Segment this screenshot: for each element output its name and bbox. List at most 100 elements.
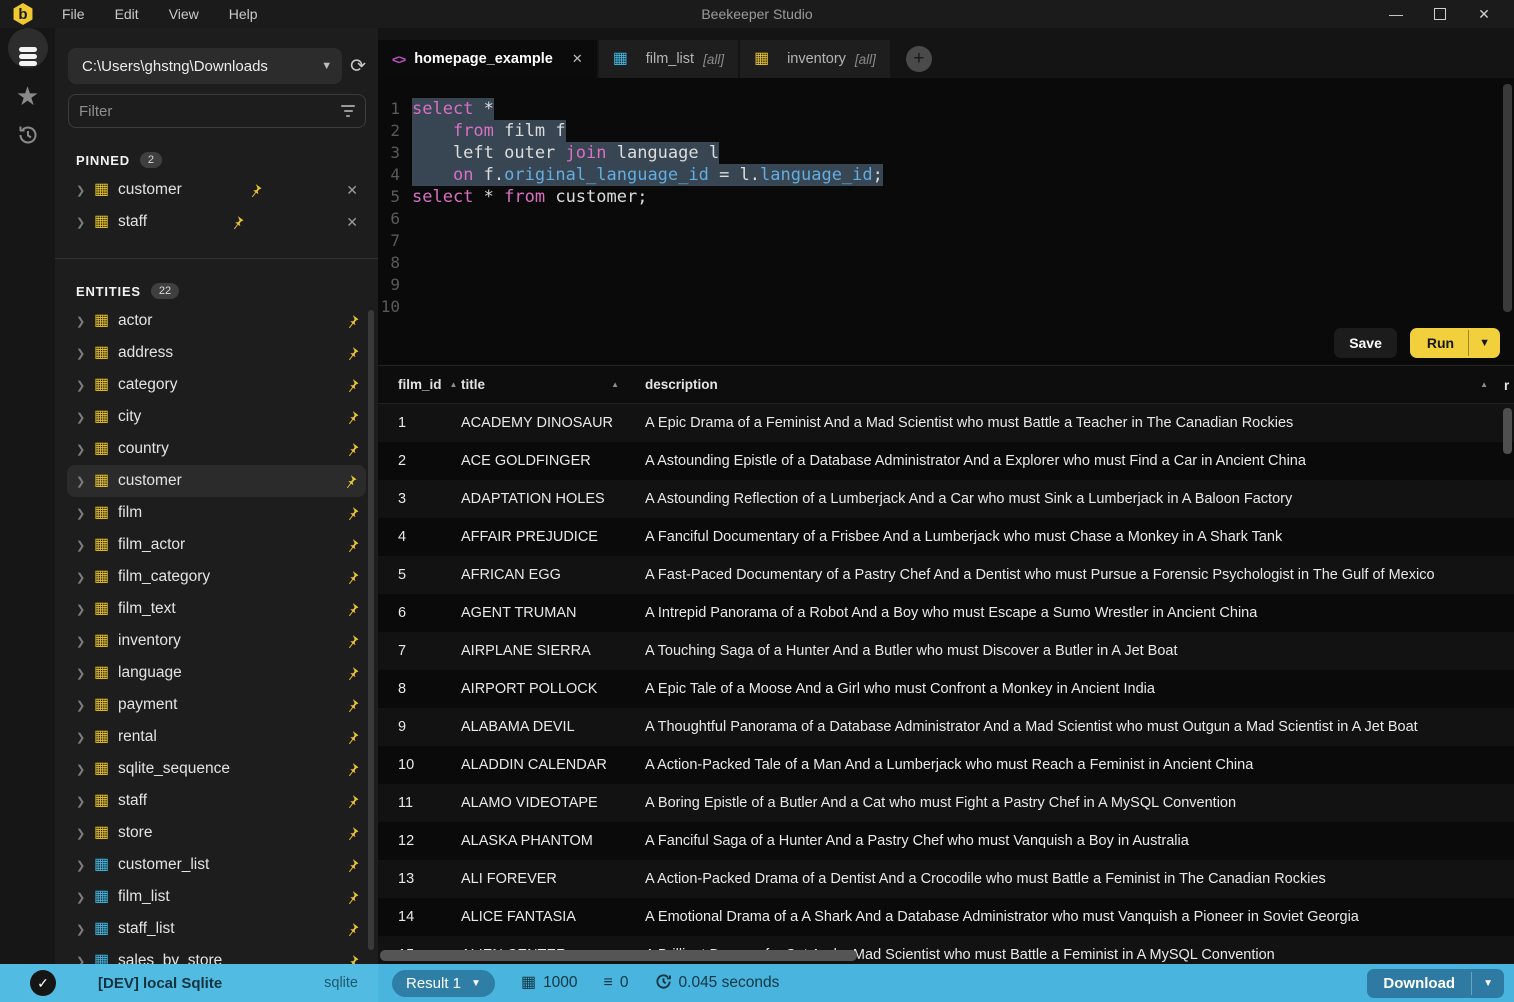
cell-description[interactable]: A Touching Saga of a Hunter And a Butler… (645, 643, 1514, 659)
cell-film-id[interactable]: 9 (378, 719, 461, 735)
pin-icon[interactable] (345, 346, 360, 361)
sidebar-item-country[interactable]: ❯ ▦ country ✕ (55, 433, 378, 465)
column-header-film-id[interactable]: film_id ▲ (378, 377, 461, 392)
run-options-caret[interactable]: ▼ (1468, 330, 1500, 356)
cell-film-id[interactable]: 3 (378, 491, 461, 507)
sidebar-item-film_actor[interactable]: ❯ ▦ film_actor ✕ (55, 529, 378, 561)
pin-icon[interactable] (230, 215, 245, 230)
chevron-right-icon[interactable]: ❯ (76, 667, 94, 680)
chevron-right-icon[interactable]: ❯ (76, 795, 94, 808)
code-area[interactable]: 1 select * 2 from film f 3 left outer jo… (378, 78, 1514, 318)
download-options-caret[interactable]: ▼ (1471, 971, 1504, 995)
database-panel-button[interactable] (7, 28, 48, 68)
table-row[interactable]: 11 ALAMO VIDEOTAPE A Boring Epistle of a… (378, 784, 1514, 822)
pinned-item-staff[interactable]: ❯ ▦ staff ✕ (55, 206, 378, 238)
cell-title[interactable]: ALASKA PHANTOM (461, 833, 645, 849)
tab-homepage-example[interactable]: <> homepage_example ✕ (378, 40, 597, 78)
refresh-icon[interactable]: ⟳ (350, 57, 366, 76)
editor-line[interactable]: 5 select * from customer; (378, 186, 1514, 208)
chevron-right-icon[interactable]: ❯ (76, 571, 94, 584)
table-row[interactable]: 5 AFRICAN EGG A Fast-Paced Documentary o… (378, 556, 1514, 594)
chevron-right-icon[interactable]: ❯ (76, 635, 94, 648)
sidebar-item-sales_by_store[interactable]: ❯ ▦ sales_by_store ✕ (55, 945, 378, 964)
editor-line[interactable]: 3 left outer join language l (378, 142, 1514, 164)
chevron-right-icon[interactable]: ❯ (76, 731, 94, 744)
table-row[interactable]: 7 AIRPLANE SIERRA A Touching Saga of a H… (378, 632, 1514, 670)
cell-description[interactable]: A Astounding Reflection of a Lumberjack … (645, 491, 1514, 507)
new-tab-button[interactable]: + (905, 46, 932, 72)
table-row[interactable]: 8 AIRPORT POLLOCK A Epic Tale of a Moose… (378, 670, 1514, 708)
cell-title[interactable]: AGENT TRUMAN (461, 605, 645, 621)
table-row[interactable]: 6 AGENT TRUMAN A Intrepid Panorama of a … (378, 594, 1514, 632)
cell-film-id[interactable]: 4 (378, 529, 461, 545)
pin-icon[interactable] (345, 602, 360, 617)
sql-editor[interactable]: 1 select * 2 from film f 3 left outer jo… (378, 78, 1514, 365)
cell-description[interactable]: A Fanciful Saga of a Hunter And a Pastry… (645, 833, 1514, 849)
cell-title[interactable]: AIRPORT POLLOCK (461, 681, 645, 697)
sidebar-item-staff[interactable]: ❯ ▦ staff ✕ (55, 785, 378, 817)
pin-icon[interactable] (345, 922, 360, 937)
pin-icon[interactable] (248, 183, 263, 198)
chevron-right-icon[interactable]: ❯ (76, 827, 94, 840)
pin-icon[interactable] (345, 730, 360, 745)
chevron-right-icon[interactable]: ❯ (76, 411, 94, 424)
pin-icon[interactable] (343, 474, 358, 489)
unpin-close-icon[interactable]: ✕ (346, 182, 358, 199)
editor-scrollbar[interactable] (1503, 84, 1512, 312)
chevron-right-icon[interactable]: ❯ (76, 891, 94, 904)
sidebar-item-actor[interactable]: ❯ ▦ actor ✕ (55, 305, 378, 337)
editor-line[interactable]: 2 from film f (378, 120, 1514, 142)
sidebar-item-staff_list[interactable]: ❯ ▦ staff_list ✕ (55, 913, 378, 945)
table-scrollbar[interactable] (1503, 408, 1512, 454)
cell-description[interactable]: A Action-Packed Drama of a Dentist And a… (645, 871, 1514, 887)
editor-line[interactable]: 10 (378, 296, 1514, 318)
cell-description[interactable]: A Fast-Paced Documentary of a Pastry Che… (645, 567, 1514, 583)
sidebar-item-store[interactable]: ❯ ▦ store ✕ (55, 817, 378, 849)
chevron-right-icon[interactable]: ❯ (76, 955, 94, 965)
cell-film-id[interactable]: 14 (378, 909, 461, 925)
sidebar-item-customer[interactable]: ❯ ▦ customer ✕ (67, 465, 366, 497)
chevron-right-icon[interactable]: ❯ (76, 443, 94, 456)
chevron-right-icon[interactable]: ❯ (76, 923, 94, 936)
pin-icon[interactable] (345, 378, 360, 393)
table-row[interactable]: 9 ALABAMA DEVIL A Thoughtful Panorama of… (378, 708, 1514, 746)
pin-icon[interactable] (345, 890, 360, 905)
horizontal-scrollbar[interactable] (380, 950, 857, 961)
pin-icon[interactable] (345, 314, 360, 329)
cell-description[interactable]: A Boring Epistle of a Butler And a Cat w… (645, 795, 1514, 811)
pin-icon[interactable] (345, 762, 360, 777)
chevron-right-icon[interactable]: ❯ (76, 216, 94, 229)
chevron-right-icon[interactable]: ❯ (76, 379, 94, 392)
cell-description[interactable]: A Epic Drama of a Feminist And a Mad Sci… (645, 415, 1514, 431)
sidebar-item-film_list[interactable]: ❯ ▦ film_list ✕ (55, 881, 378, 913)
download-button[interactable]: Download ▼ (1367, 968, 1504, 998)
menu-edit[interactable]: Edit (115, 6, 139, 22)
table-row[interactable]: 10 ALADDIN CALENDAR A Action-Packed Tale… (378, 746, 1514, 784)
cell-title[interactable]: AFRICAN EGG (461, 567, 645, 583)
editor-line[interactable]: 6 (378, 208, 1514, 230)
cell-film-id[interactable]: 12 (378, 833, 461, 849)
editor-line[interactable]: 8 (378, 252, 1514, 274)
sidebar-item-payment[interactable]: ❯ ▦ payment ✕ (55, 689, 378, 721)
cell-film-id[interactable]: 8 (378, 681, 461, 697)
sidebar-item-city[interactable]: ❯ ▦ city ✕ (55, 401, 378, 433)
cell-film-id[interactable]: 11 (378, 795, 461, 811)
pin-icon[interactable] (345, 826, 360, 841)
sidebar-item-film_text[interactable]: ❯ ▦ film_text ✕ (55, 593, 378, 625)
pin-icon[interactable] (345, 698, 360, 713)
save-button[interactable]: Save (1334, 328, 1397, 358)
cell-description[interactable]: A Epic Tale of a Moose And a Girl who mu… (645, 681, 1514, 697)
cell-description[interactable]: A Intrepid Panorama of a Robot And a Boy… (645, 605, 1514, 621)
table-row[interactable]: 12 ALASKA PHANTOM A Fanciful Saga of a H… (378, 822, 1514, 860)
cell-film-id[interactable]: 10 (378, 757, 461, 773)
cell-description[interactable]: A Action-Packed Tale of a Man And a Lumb… (645, 757, 1514, 773)
filter-input[interactable] (79, 102, 341, 120)
sidebar-item-film_category[interactable]: ❯ ▦ film_category ✕ (55, 561, 378, 593)
pin-icon[interactable] (345, 634, 360, 649)
cell-film-id[interactable]: 1 (378, 415, 461, 431)
pin-icon[interactable] (345, 442, 360, 457)
pin-icon[interactable] (345, 570, 360, 585)
menu-help[interactable]: Help (229, 6, 258, 22)
chevron-right-icon[interactable]: ❯ (76, 859, 94, 872)
editor-line[interactable]: 1 select * (378, 98, 1514, 120)
